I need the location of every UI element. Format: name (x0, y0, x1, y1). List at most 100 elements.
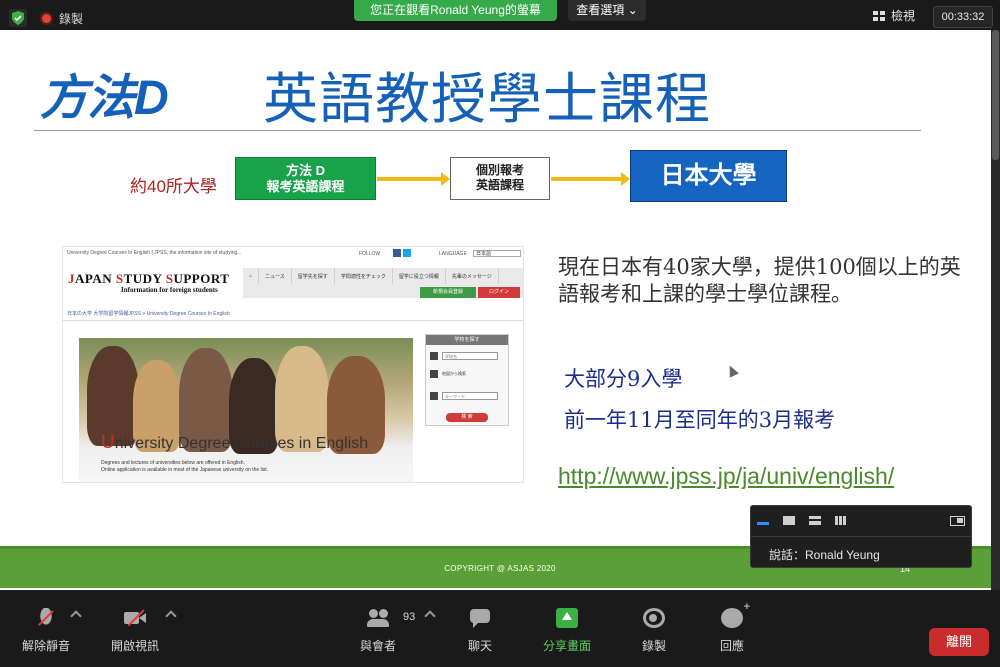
view-button-label: 檢視 (891, 9, 916, 23)
speaker-name-label: 說話：Ronald Yeung (769, 548, 880, 562)
add-reaction-icon (721, 601, 750, 628)
view-button[interactable]: 檢視 (873, 6, 915, 26)
site-logo: JAPAN STUDY SUPPORT (68, 271, 230, 286)
participant-count: 93 (403, 611, 416, 623)
site-nav-item: 留学先を探す (292, 268, 335, 284)
program-description: 現在日本有40家大學，提供100個以上的英語報考和上課的學士學位課程。 (558, 255, 961, 306)
keyword-icon (430, 392, 438, 400)
grid-view-icon (873, 10, 885, 21)
mouse-cursor-icon (725, 363, 739, 378)
site-register-button: 新規会員登録 (420, 287, 476, 298)
video-off-icon (124, 608, 146, 628)
japan-university-box: 日本大學 (630, 150, 787, 202)
student-figure (87, 346, 139, 446)
chat-label: 聊天 (467, 639, 492, 653)
meeting-toolbar: 解除靜音 開啟視訊 93 與會者 聊天 分享畫面 錄製 回應 離開 (0, 590, 1000, 667)
site-breadcrumb: 日本の大学 大学院留学情報JPSS > University Degree Co… (67, 311, 230, 317)
participants-icon: 93 (367, 608, 415, 628)
viewing-screen-banner: 您正在觀看Ronald Yeung的螢幕 (354, 0, 557, 21)
site-nav-item: 留学に役立つ情報 (393, 268, 446, 284)
share-screen-label: 分享畫面 (542, 639, 591, 653)
site-search-row: 地図から検索 (430, 369, 506, 379)
slide-title: 英語教授學士課程 (263, 67, 712, 131)
start-video-button[interactable]: 開啟視訊 (95, 608, 175, 654)
reactions-label: 回應 (719, 639, 744, 653)
record-label: 錄製 (641, 639, 666, 653)
meeting-timer: 00:33:32 (933, 6, 993, 28)
site-logo-subtitle: Information for foreign students (121, 286, 218, 294)
site-search-row: 学校名 (430, 351, 506, 361)
flow-arrow-1 (377, 172, 450, 186)
site-hero-title: University Degree Courses in English (101, 432, 369, 453)
individual-apply-line2: 英語課程 (475, 178, 524, 192)
site-hero-image: University Degree Courses in English Deg… (79, 338, 413, 482)
home-icon (430, 352, 438, 360)
twitter-icon (403, 249, 411, 257)
muted-mic-icon (35, 608, 57, 628)
facebook-icon (393, 249, 401, 257)
method-d-box-line2: 報考英語課程 (266, 179, 345, 194)
picture-in-picture-icon[interactable] (950, 516, 965, 526)
site-school-name-field: 学校名 (442, 352, 498, 360)
share-screen-icon (556, 608, 578, 628)
site-search-button: 検 索 (446, 413, 488, 422)
method-d-box-line1: 方法 D (285, 163, 325, 178)
site-hero-description: Degrees and lectures of universities bel… (101, 460, 245, 466)
security-shield-icon[interactable] (9, 9, 27, 27)
vertical-scrollbar[interactable] (991, 30, 1000, 590)
site-nav-item: 学問適性をチェック (335, 268, 393, 284)
site-nav-home-icon: ⌂ (243, 268, 260, 284)
jpss-link: http://www.jpss.jp/ja/univ/english/ (558, 463, 895, 489)
site-tagline: University Degree Courses In English | J… (67, 250, 242, 256)
minimize-video-icon[interactable] (757, 522, 769, 525)
individual-apply-box: 個別報考 英語課程 (450, 157, 550, 200)
site-keyword-field: キーワード (442, 392, 498, 400)
site-search-heading: 学校を探す (426, 335, 508, 345)
scrollbar-thumb[interactable] (992, 30, 999, 160)
site-school-search-panel: 学校を探す 学校名 地図から検索 キーワード 検 索 (425, 334, 509, 426)
side-by-side-layout-icon[interactable] (809, 516, 821, 525)
jpss-website-screenshot: University Degree Courses In English | J… (62, 246, 524, 483)
shared-slide: 方法D 英語教授學士課程 約40所大學 方法 D 報考英語課程 個別報考 英語課… (0, 30, 1000, 590)
record-icon (643, 608, 665, 628)
start-video-label: 開啟視訊 (110, 639, 159, 653)
view-options-dropdown[interactable]: 查看選項 ⌄ (568, 0, 646, 21)
meeting-top-bar: 錄製 您正在觀看Ronald Yeung的螢幕 查看選項 ⌄ 檢視 00:33:… (0, 0, 1000, 30)
leave-meeting-button[interactable]: 離開 (929, 628, 989, 656)
active-speaker-widget[interactable]: 說話：Ronald Yeung (750, 505, 972, 568)
recording-dot-icon (40, 11, 53, 25)
site-search-row: キーワード (430, 391, 506, 401)
site-language-select: 日本語 (473, 250, 521, 257)
map-icon (430, 370, 438, 378)
record-button[interactable]: 錄製 (614, 608, 694, 654)
participants-button[interactable]: 93 與會者 (338, 608, 418, 654)
site-map-search-link: 地図から検索 (442, 371, 466, 376)
site-hero-description: Online application is available in most … (101, 467, 269, 473)
application-period-note: 前一年11月至同年的3月報考 (564, 408, 836, 432)
university-count-label: 約40所大學 (130, 177, 217, 196)
site-login-button: ログイン (478, 287, 520, 298)
share-screen-button[interactable]: 分享畫面 (527, 608, 607, 654)
speaker-layout-icon[interactable] (783, 516, 795, 525)
gallery-layout-icon[interactable] (835, 516, 847, 525)
unmute-label: 解除靜音 (21, 639, 70, 653)
title-divider (34, 130, 921, 131)
individual-apply-line1: 個別報考 (475, 163, 524, 177)
participants-label: 與會者 (359, 639, 396, 653)
recording-label: 錄製 (59, 11, 84, 26)
participants-options-chevron-icon[interactable] (424, 610, 436, 622)
recording-indicator[interactable]: 錄製 (40, 10, 83, 26)
site-divider (63, 320, 523, 321)
chat-button[interactable]: 聊天 (440, 608, 520, 654)
site-nav-item: ニュース (259, 268, 292, 284)
site-follow-label: FOLLOW (359, 251, 381, 257)
chat-icon (469, 608, 491, 628)
method-d-box: 方法 D 報考英語課程 (235, 157, 376, 200)
speaker-widget-divider (751, 536, 971, 537)
site-nav-item: 先輩のメッセージ (446, 268, 499, 284)
site-language-label: LANGUAGE (439, 251, 467, 257)
video-layout-switcher (757, 516, 847, 525)
method-logo: 方法D (40, 72, 169, 125)
reactions-button[interactable]: 回應 (692, 601, 772, 654)
flow-arrow-2 (551, 172, 630, 186)
